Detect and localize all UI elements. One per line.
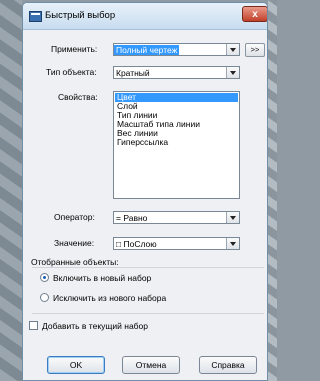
value-label: Значение: — [54, 238, 95, 248]
window-title: Быстрый выбор — [45, 10, 116, 21]
chevron-down-icon[interactable] — [226, 44, 239, 55]
apply-label: Применить: — [51, 44, 98, 54]
operator-combo[interactable]: = Равно — [113, 211, 240, 224]
background-right — [268, 0, 277, 381]
help-button[interactable]: Справка — [199, 356, 257, 374]
apply-value: Полный чертеж — [114, 45, 180, 55]
apply-combo[interactable]: Полный чертеж — [113, 43, 240, 56]
object-type-value: Кратный — [116, 68, 150, 78]
object-type-label: Тип объекта: — [46, 67, 97, 77]
chevron-down-icon[interactable] — [226, 212, 239, 223]
chevron-down-icon[interactable] — [226, 67, 239, 78]
operator-label: Оператор: — [54, 212, 95, 222]
exclude-radio-label[interactable]: Исключить из нового набора — [53, 293, 166, 303]
background-left — [0, 0, 22, 381]
ok-button[interactable]: OK — [47, 356, 105, 374]
property-item[interactable]: Гиперссылка — [115, 138, 238, 147]
operator-value: = Равно — [116, 213, 148, 223]
group-divider — [32, 267, 264, 268]
group-divider-bottom — [32, 313, 264, 314]
select-objects-button[interactable]: >> — [245, 43, 265, 57]
title-bar: Быстрый выбор x — [23, 3, 267, 30]
selection-group-label: Отобранные объекты: — [31, 257, 119, 267]
object-type-combo[interactable]: Кратный — [113, 66, 240, 79]
include-radio-label[interactable]: Включить в новый набор — [53, 273, 151, 283]
properties-label: Свойства: — [58, 92, 98, 102]
properties-listbox[interactable]: Цвет Слой Тип линии Масштаб типа линии В… — [113, 91, 240, 199]
chevron-down-icon[interactable] — [226, 238, 239, 249]
value-combo[interactable]: □ ПоСлою — [113, 237, 240, 250]
include-radio[interactable] — [40, 273, 49, 282]
value-value: □ ПоСлою — [116, 239, 157, 249]
append-checkbox-label[interactable]: Добавить в текущий набор — [42, 321, 148, 331]
quick-select-dialog: Быстрый выбор x Применить: Полный чертеж… — [22, 2, 268, 381]
cancel-button[interactable]: Отмена — [122, 356, 180, 374]
append-checkbox[interactable] — [29, 321, 38, 330]
close-button[interactable]: x — [242, 6, 267, 22]
window-icon — [29, 11, 42, 22]
exclude-radio[interactable] — [40, 293, 49, 302]
